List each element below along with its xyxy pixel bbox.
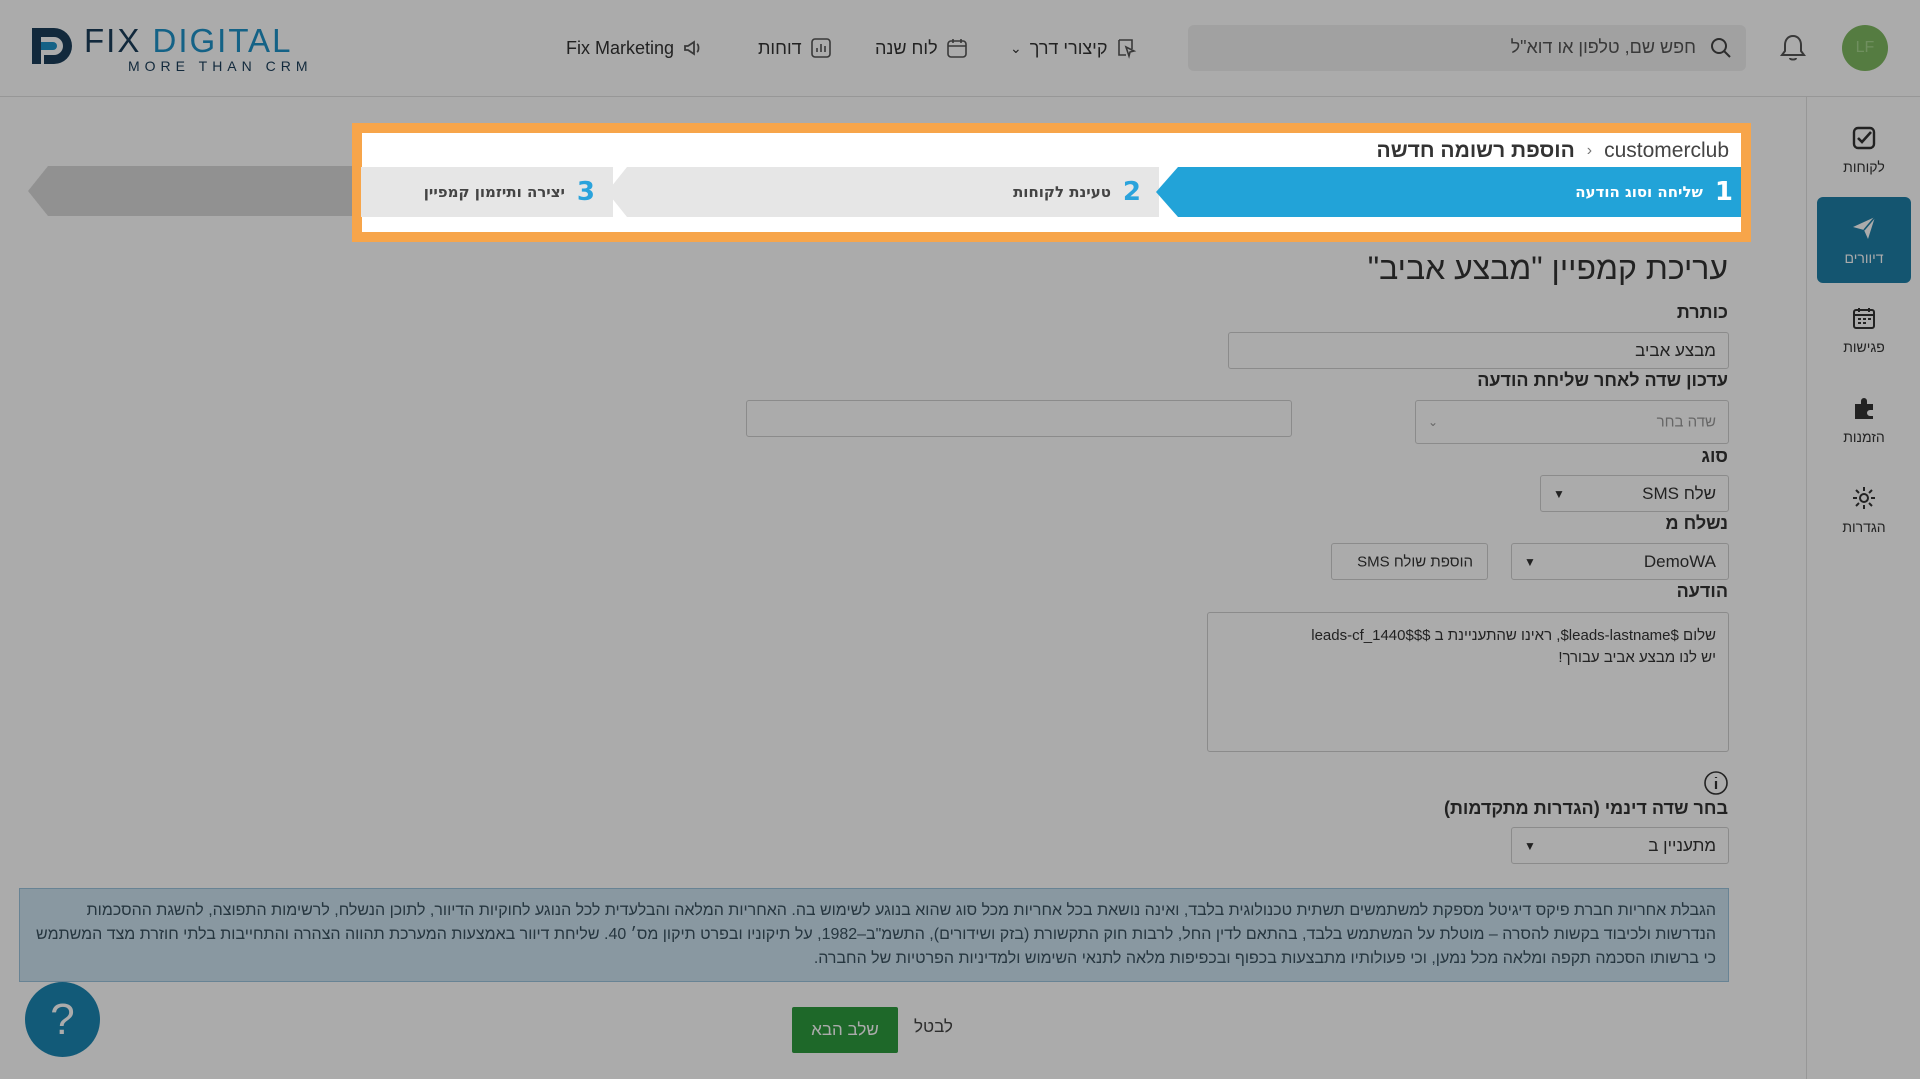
step-number: 1: [1714, 177, 1733, 207]
sidebar-item-orders[interactable]: הזמנות: [1817, 377, 1911, 463]
add-sms-sender-button[interactable]: הוספת שולח SMS: [1331, 543, 1488, 580]
title-input-value: מבצע אביב: [1635, 340, 1716, 360]
sidebar-item-customers[interactable]: לקוחות: [1817, 107, 1911, 193]
checkbox-icon: [1852, 126, 1876, 150]
megaphone-icon: [684, 40, 700, 56]
sender-select[interactable]: DemoWA ▼: [1511, 543, 1729, 580]
search-icon[interactable]: [1710, 37, 1732, 59]
nav-reports[interactable]: דוחות: [758, 30, 832, 66]
sender-label: נשלח מ: [1665, 513, 1729, 533]
logo-tagline: MORE THAN CRM: [128, 58, 313, 74]
disclaimer-box: הגבלת אחריות חברת פיקס דיגיטל מספקת למשת…: [19, 888, 1729, 982]
caret-down-icon: ▼: [1524, 554, 1536, 569]
update-field-placeholder: שדה בחר: [1656, 413, 1716, 431]
step-2-load-customers[interactable]: 2 טעינת לקוחות: [607, 167, 1159, 217]
calendar-icon: [1853, 308, 1875, 329]
cancel-link[interactable]: לבטל: [914, 1017, 953, 1037]
fix-digital-logo[interactable]: FIX DIGITAL MORE THAN CRM: [28, 22, 358, 74]
title-label: כותרת: [1676, 302, 1728, 322]
chevron-left-icon: ‹: [1586, 142, 1593, 159]
gear-icon: [1853, 487, 1875, 509]
sender-select-value: DemoWA: [1643, 551, 1716, 571]
message-label: הודעה: [1676, 581, 1728, 601]
bar-chart-icon: [810, 38, 831, 58]
search-input[interactable]: חפש שם, טלפון או דוא"ל: [1511, 37, 1696, 58]
step-1-send-type[interactable]: 1 שליחה וסוג הודעה: [1156, 167, 1741, 217]
caret-down-icon: ▼: [1553, 486, 1565, 501]
step-label: יצירה ותיזמון קמפיין: [423, 183, 565, 201]
sidebar-item-label: דיוורים: [1844, 250, 1884, 266]
step-label: טעינת לקוחות: [1013, 183, 1111, 201]
nav-shortcuts[interactable]: ⌄ קיצורי דרך: [1010, 30, 1137, 66]
step-number: 3: [576, 177, 595, 207]
cursor-icon: [1118, 39, 1137, 59]
help-button[interactable]: ?: [25, 982, 100, 1057]
logo-mark-icon: [32, 28, 72, 64]
next-step-button[interactable]: שלב הבא: [792, 1007, 898, 1053]
nav-calendar-label: לוח שנה: [875, 37, 938, 58]
logo-text: FIX: [84, 22, 153, 59]
chevron-down-icon: ⌄: [1010, 39, 1022, 56]
update-field-value-input[interactable]: [746, 400, 1292, 437]
paper-plane-icon: [1853, 216, 1876, 239]
bell-icon[interactable]: [1780, 33, 1806, 63]
page-title: עריכת קמפיין "מבצע אביב": [1367, 250, 1728, 286]
nav-fix-marketing[interactable]: Fix Marketing: [566, 30, 706, 66]
nav-shortcuts-label: קיצורי דרך: [1029, 37, 1108, 58]
sidebar: לקוחות דיוורים פגישות הזמנות הגדרות: [1806, 97, 1920, 1079]
avatar[interactable]: LF: [1842, 25, 1888, 71]
sidebar-item-mailings[interactable]: דיוורים: [1817, 197, 1911, 283]
type-select[interactable]: שלח SMS ▼: [1540, 475, 1729, 512]
nav-fix-marketing-label: Fix Marketing: [566, 37, 675, 58]
add-sms-sender-label: הוספת שולח SMS: [1357, 553, 1473, 570]
nav-calendar[interactable]: לוח שנה: [875, 30, 968, 66]
puzzle-icon: [1855, 398, 1873, 419]
top-bar: FIX DIGITAL MORE THAN CRM Fix Marketing …: [0, 0, 1920, 97]
previous-step-arrow: [28, 166, 358, 216]
type-label: סוג: [1701, 446, 1728, 466]
sidebar-item-label: פגישות: [1843, 339, 1885, 355]
info-icon[interactable]: [1703, 770, 1729, 796]
update-field-label: עדכון שדה לאחר שליחת הודעה: [1477, 370, 1728, 390]
dynamic-field-select[interactable]: מתעניין ב ▼: [1511, 827, 1729, 864]
type-select-value: שלח SMS: [1642, 483, 1716, 503]
breadcrumb-current: הוספת רשומה חדשה: [1376, 139, 1575, 162]
sidebar-item-label: הגדרות: [1842, 519, 1886, 535]
sidebar-item-settings[interactable]: הגדרות: [1817, 467, 1911, 553]
sidebar-item-meetings[interactable]: פגישות: [1817, 287, 1911, 373]
sidebar-item-label: הזמנות: [1843, 429, 1885, 445]
calendar-icon: [946, 39, 967, 58]
update-field-select[interactable]: שדה בחר ⌄: [1415, 400, 1729, 444]
sidebar-item-label: לקוחות: [1843, 159, 1885, 175]
title-input[interactable]: מבצע אביב: [1228, 332, 1729, 369]
wizard-steps-panel: customerclub ‹ הוספת רשומה חדשה 3 יצירה …: [352, 123, 1751, 242]
logo-accent-text: DIGITAL: [152, 22, 293, 59]
message-textarea[interactable]: שלום $leads-lastname$, ראינו שהתעניינת ב…: [1207, 612, 1729, 752]
caret-down-icon: ▼: [1524, 838, 1536, 853]
breadcrumb: customerclub ‹ הוספת רשומה חדשה: [1377, 139, 1729, 163]
dynamic-field-label: בחר שדה דינמי (הגדרות מתקדמות): [1443, 798, 1728, 818]
breadcrumb-root[interactable]: customerclub: [1604, 139, 1729, 163]
search-box[interactable]: חפש שם, טלפון או דוא"ל: [1188, 25, 1746, 71]
nav-reports-label: דוחות: [758, 37, 802, 58]
chevron-down-icon: ⌄: [1428, 415, 1439, 429]
step-3-schedule[interactable]: 3 יצירה ותיזמון קמפיין: [361, 167, 613, 217]
step-label: שליחה וסוג הודעה: [1575, 183, 1703, 201]
step-number: 2: [1122, 177, 1141, 207]
dynamic-field-value: מתעניין ב: [1648, 835, 1716, 855]
